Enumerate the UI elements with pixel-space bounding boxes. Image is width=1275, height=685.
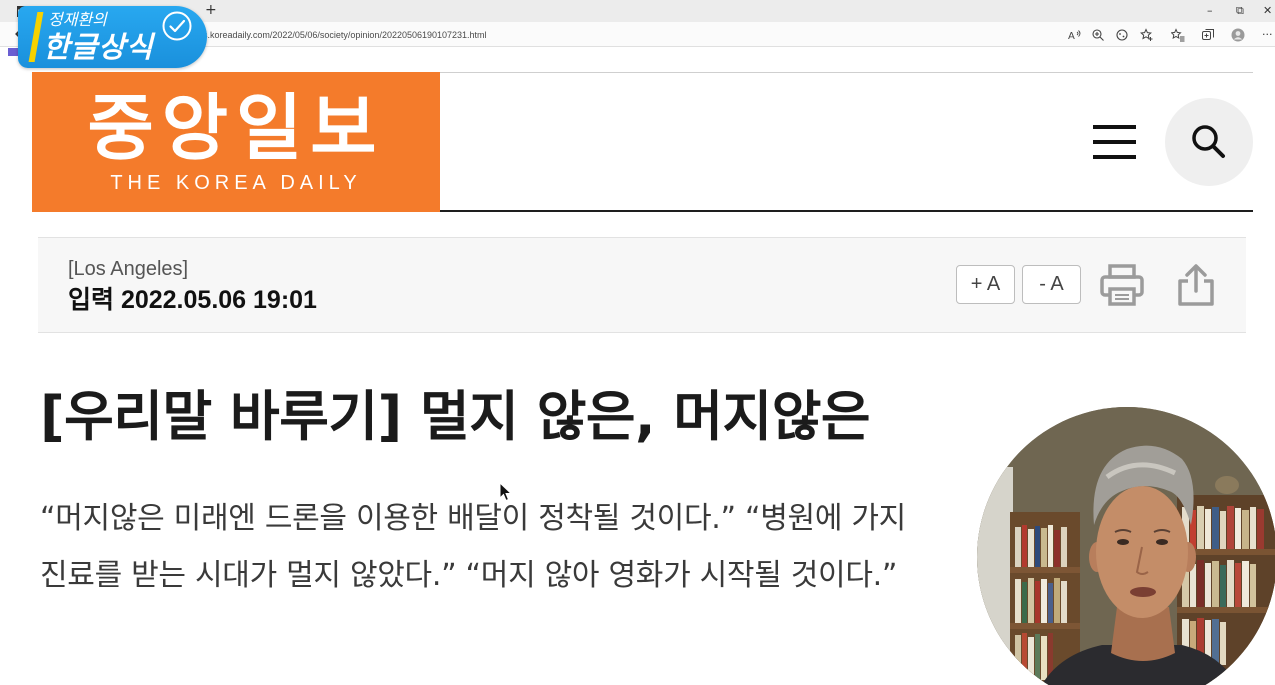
address-url-text[interactable]: s.koreadaily.com/2022/05/06/society/opin…: [203, 29, 487, 41]
logo-english-text: THE KOREA DAILY: [110, 172, 362, 194]
channel-badge: 정재환의 한글상식: [18, 6, 207, 68]
site-logo[interactable]: 중앙일보 THE KOREA DAILY: [32, 72, 440, 212]
badge-series-name: 정재환의: [48, 10, 107, 29]
share-icon[interactable]: [1177, 263, 1215, 307]
new-tab-button[interactable]: +: [205, 3, 217, 17]
font-increase-button[interactable]: + A: [956, 265, 1015, 304]
collections-icon[interactable]: [1201, 28, 1215, 42]
read-aloud-icon[interactable]: A: [1068, 28, 1082, 42]
logo-korean-text: 중앙일보: [87, 86, 385, 170]
check-circle-icon: [162, 11, 192, 41]
presenter-webcam: [977, 407, 1275, 685]
minimize-button[interactable]: –: [1207, 4, 1213, 18]
zoom-icon[interactable]: [1091, 28, 1105, 42]
article-body-line: “머지않은 미래엔 드론을 이용한 배달이 정착될 것이다.” “병원에 가지: [40, 501, 906, 536]
font-decrease-button[interactable]: - A: [1022, 265, 1081, 304]
restore-button[interactable]: ⧉: [1236, 4, 1244, 18]
mouse-cursor-icon: [499, 482, 513, 502]
print-icon[interactable]: [1099, 263, 1145, 307]
add-favorite-star-icon[interactable]: [1140, 28, 1154, 42]
profile-avatar-icon[interactable]: [1231, 28, 1245, 42]
article-meta-bar: [Los Angeles] 입력 2022.05.06 19:01 + A - …: [38, 237, 1246, 333]
hamburger-menu-icon[interactable]: [1093, 125, 1136, 160]
article-published-date: 입력 2022.05.06 19:01: [68, 286, 317, 314]
favorites-icon[interactable]: [1171, 28, 1185, 42]
article-body-line: 진료를 받는 시대가 멀지 않았다.” “머지 않아 영화가 시작될 것이다.”: [40, 558, 898, 593]
article-location: [Los Angeles]: [68, 258, 189, 280]
more-menu-button[interactable]: ···: [1262, 28, 1273, 42]
badge-accent-bar: [28, 12, 44, 62]
article-title: [우리말 바루기] 멀지 않은, 머지않은: [40, 385, 871, 448]
svg-text:A: A: [1068, 31, 1075, 42]
header-bottom-divider: [440, 210, 1253, 212]
search-button[interactable]: [1165, 98, 1253, 186]
webcam-circle: [977, 407, 1275, 685]
search-icon: [1192, 125, 1225, 158]
header-top-divider: [440, 72, 1253, 73]
tracking-prevention-icon[interactable]: [1115, 28, 1129, 42]
close-window-button[interactable]: ✕: [1263, 4, 1272, 18]
presenter-video-frame: [977, 407, 1275, 685]
badge-title: 한글상식: [43, 30, 154, 64]
